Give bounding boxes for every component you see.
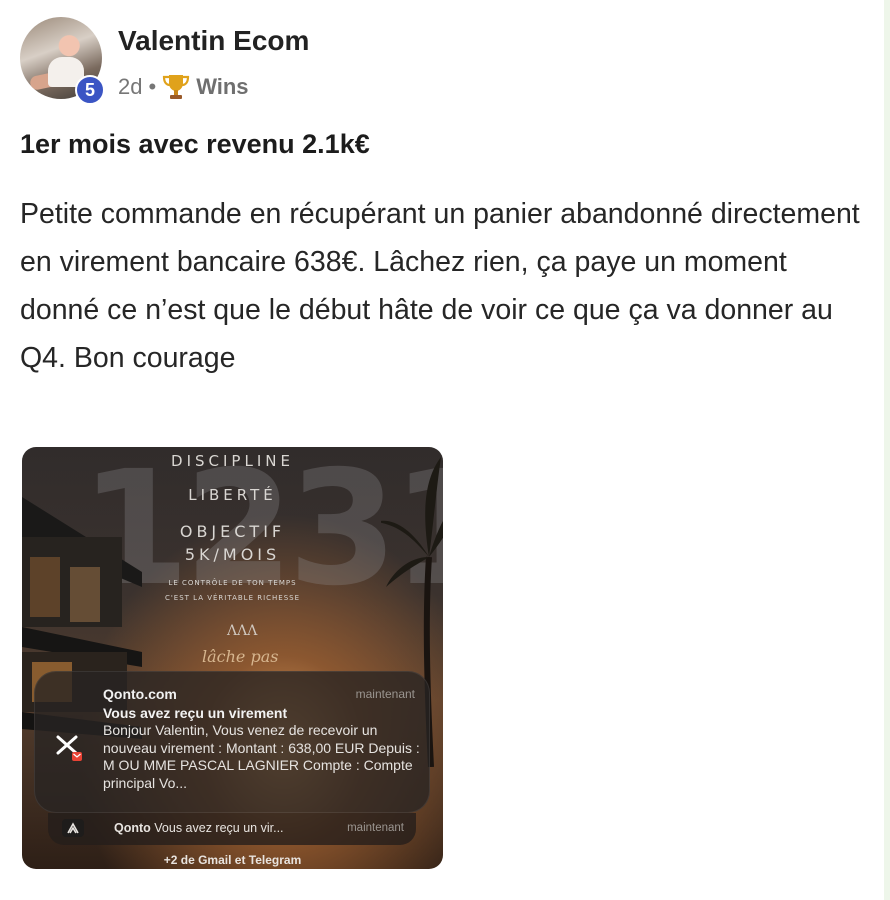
- notification-title: Vous avez reçu un virement: [103, 705, 288, 721]
- notification2-text: Qonto Vous avez reçu un vir...: [114, 821, 284, 835]
- qonto-app-icon: [55, 732, 83, 762]
- notification-time: maintenant: [355, 687, 415, 701]
- post-meta: 2d • Wins: [118, 72, 249, 102]
- poster-script: lâche pas: [202, 647, 279, 666]
- poster-monogram: ΛΛΛ: [227, 623, 258, 639]
- notification2-time: maintenant: [347, 822, 404, 834]
- post-category[interactable]: Wins: [196, 74, 248, 100]
- more-notifications: +2 de Gmail et Telegram: [163, 853, 302, 867]
- poster-line-goal: 5K/MOIS: [184, 545, 281, 564]
- notification-body: Bonjour Valentin, Vous venez de recevoir…: [103, 722, 420, 791]
- poster-line-richesse: C'EST LA VÉRITABLE RICHESSE: [164, 594, 301, 602]
- level-badge: 5: [75, 75, 105, 105]
- qonto-notification: Qonto.com maintenant Vous avez reçu un v…: [34, 671, 430, 813]
- qonto-notification-secondary: Qonto Vous avez reçu un vir... maintenan…: [48, 813, 416, 845]
- author-avatar-wrap[interactable]: 5: [20, 17, 105, 105]
- post-image[interactable]: 1231 DISCIPLINE LIBERTÉ OBJECTIF 5K/MOIS…: [22, 447, 443, 869]
- post-title: 1er mois avec revenu 2.1k€: [20, 129, 370, 159]
- author-name[interactable]: Valentin Ecom: [118, 25, 309, 57]
- notification-app-name: Qonto.com: [103, 686, 177, 702]
- right-edge-strip: [884, 0, 890, 900]
- poster-line-control: LE CONTRÔLE DE TON TEMPS: [168, 579, 297, 587]
- poster-line-objectif: OBJECTIF: [179, 522, 286, 541]
- notification2-app: Qonto: [114, 821, 151, 835]
- post-body: Petite commande en récupérant un panier …: [20, 198, 860, 374]
- qonto-small-icon: [62, 819, 84, 837]
- trophy-icon: [162, 72, 190, 102]
- meta-separator: •: [148, 74, 157, 99]
- poster-line-liberte: LIBERTÉ: [188, 486, 277, 504]
- post-time[interactable]: 2d: [118, 74, 142, 100]
- notification2-message: Vous avez reçu un vir...: [154, 821, 284, 835]
- poster-line-discipline: DISCIPLINE: [171, 452, 294, 470]
